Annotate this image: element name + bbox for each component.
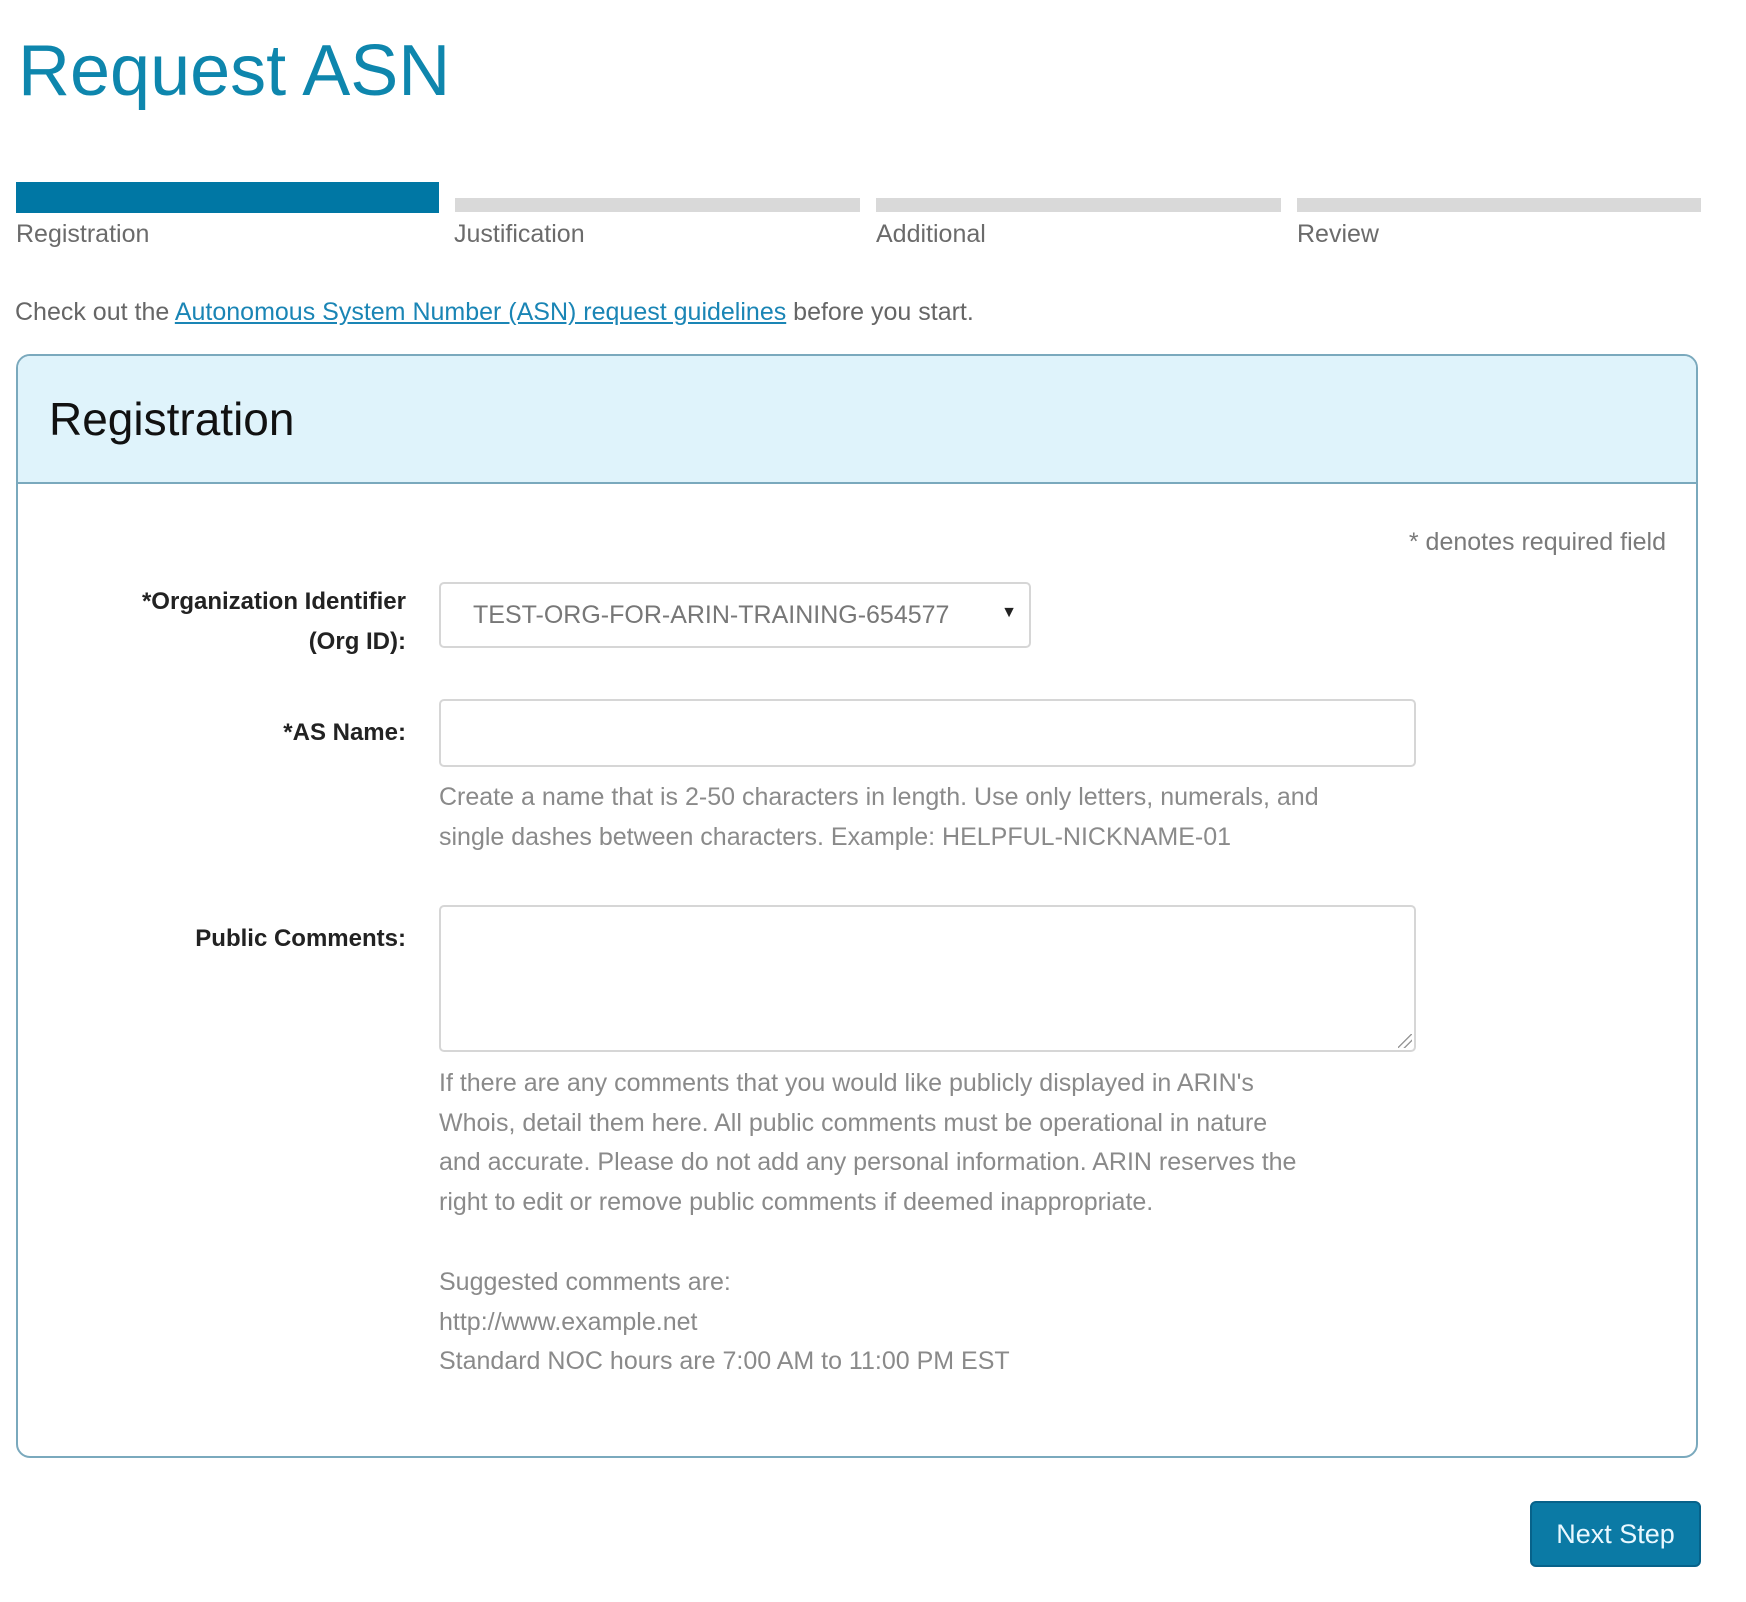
resize-grip-icon[interactable]	[1398, 1034, 1412, 1048]
intro-suffix: before you start.	[786, 298, 974, 326]
panel-title: Registration	[49, 393, 295, 445]
guidelines-link[interactable]: Autonomous System Number (ASN) request g…	[175, 298, 786, 326]
intro-text: Check out the Autonomous System Number (…	[15, 298, 974, 327]
public-comments-label: Public Comments:	[195, 925, 406, 952]
public-comments-help-line: Whois, detail them here. All public comm…	[439, 1108, 1268, 1137]
suggested-comments-heading: Suggested comments are:	[439, 1268, 731, 1296]
as-name-help-line: Create a name that is 2-50 characters in…	[439, 783, 1319, 811]
step-bar-justification	[455, 198, 860, 212]
as-name-help-line: single dashes between characters. Exampl…	[439, 822, 1232, 851]
public-comments-textarea[interactable]	[439, 905, 1416, 1052]
registration-panel: Registration * denotes required field *O…	[16, 354, 1698, 1458]
as-name-input[interactable]	[439, 699, 1416, 767]
step-bar-additional	[876, 198, 1281, 212]
step-bar-review	[1297, 198, 1701, 212]
org-id-label-line1: *Organization Identifier	[141, 588, 406, 615]
suggested-comments: Suggested comments are: http://www.examp…	[439, 1263, 1439, 1382]
step-label-review: Review	[1297, 220, 1379, 248]
public-comments-help-line: and accurate. Please do not add any pers…	[439, 1148, 1297, 1176]
public-comments-help-line: If there are any comments that you would…	[439, 1069, 1254, 1097]
as-name-label: *AS Name:	[283, 719, 406, 746]
suggested-comment-url: http://www.example.net	[439, 1307, 698, 1336]
org-id-label: *Organization Identifier (Org ID):	[142, 582, 406, 662]
public-comments-help: If there are any comments that you would…	[439, 1064, 1439, 1222]
required-field-note: * denotes required field	[1408, 528, 1666, 556]
page-title: Request ASN	[18, 31, 451, 111]
step-label-registration: Registration	[16, 220, 150, 248]
step-label-additional: Additional	[876, 220, 986, 248]
chevron-down-icon: ▼	[1001, 604, 1017, 621]
org-id-label-line2: (Org ID):	[308, 628, 406, 655]
suggested-comment-hours: Standard NOC hours are 7:00 AM to 11:00 …	[439, 1347, 1010, 1375]
public-comments-help-line: right to edit or remove public comments …	[439, 1187, 1154, 1216]
org-id-select[interactable]: TEST-ORG-FOR-ARIN-TRAINING-654577 ▼	[439, 582, 1031, 648]
next-step-button[interactable]: Next Step	[1530, 1501, 1701, 1567]
step-label-justification: Justification	[454, 220, 585, 248]
org-id-selected-value: TEST-ORG-FOR-ARIN-TRAINING-654577	[473, 601, 950, 629]
intro-prefix: Check out the	[15, 298, 175, 326]
panel-header: Registration	[18, 356, 1696, 484]
step-bar-registration	[16, 182, 439, 213]
as-name-help: Create a name that is 2-50 characters in…	[439, 778, 1439, 857]
